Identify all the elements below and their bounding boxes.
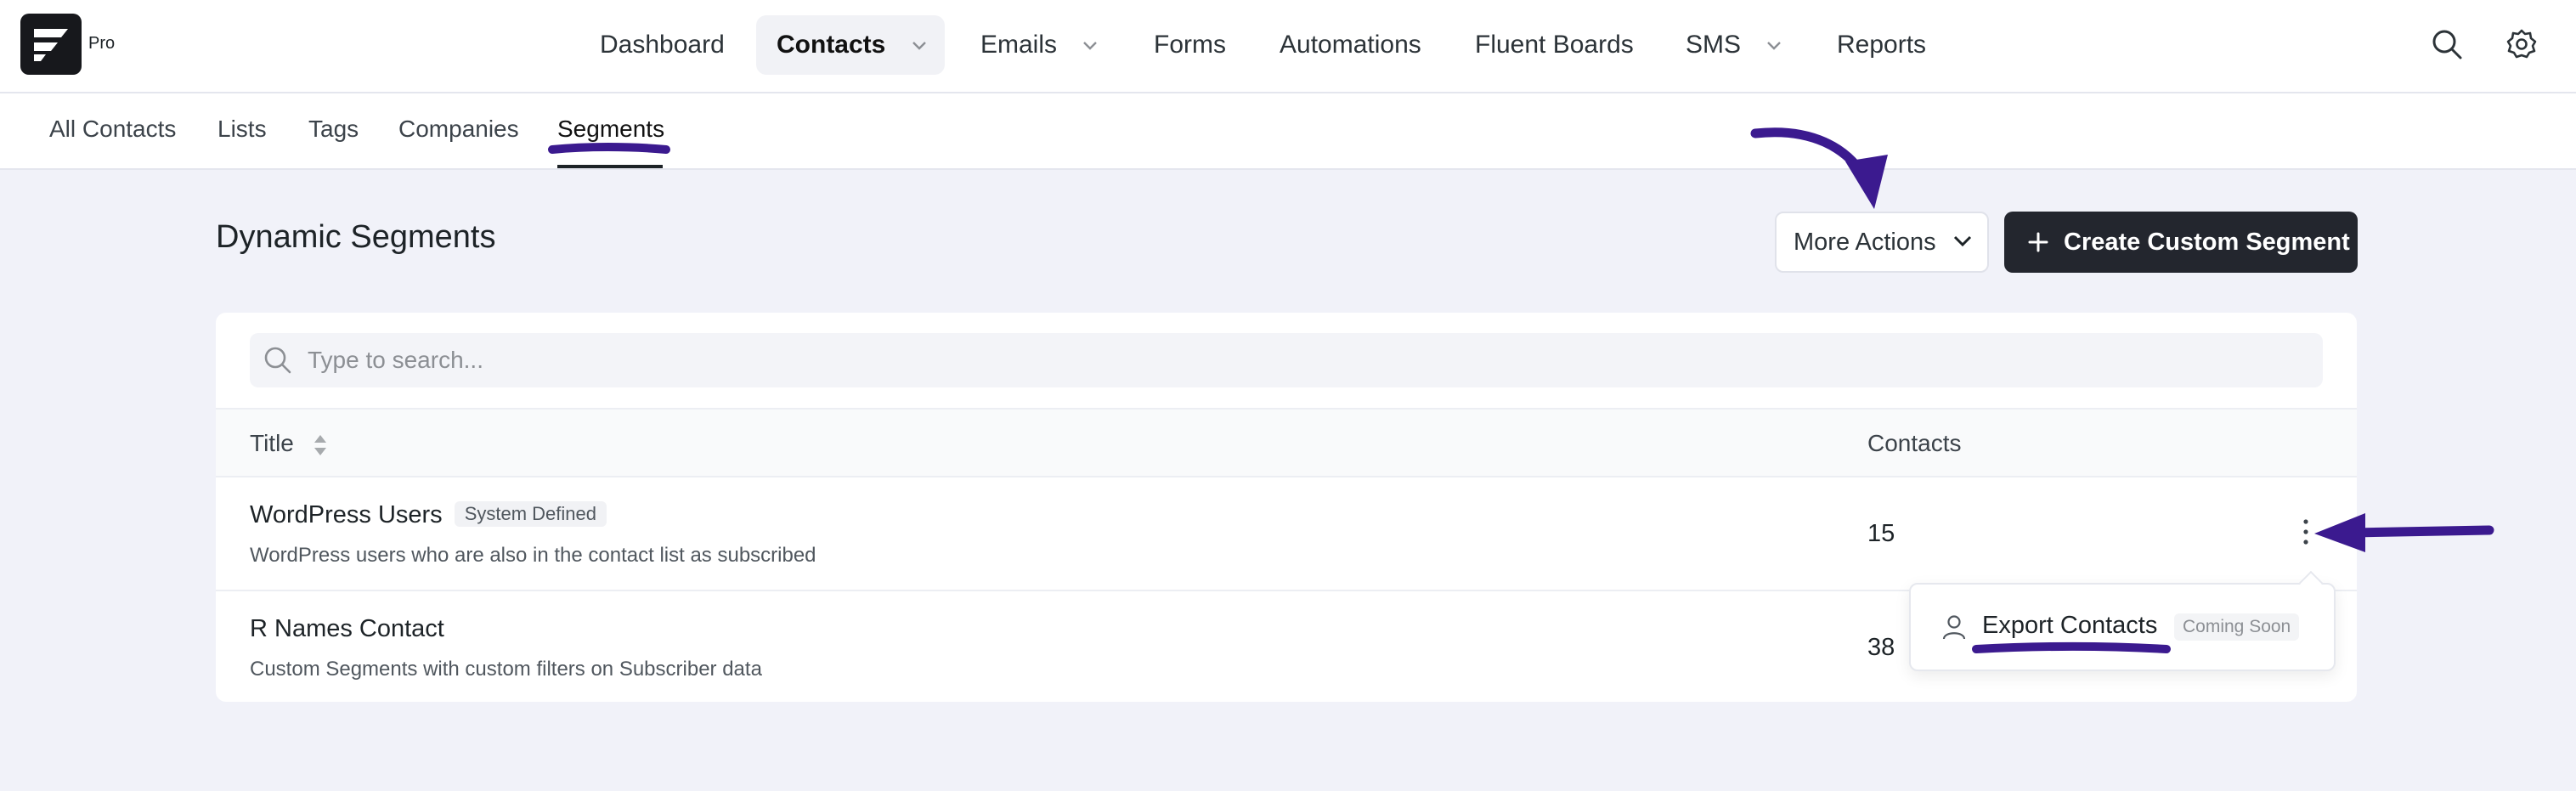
search-input[interactable] — [308, 333, 2296, 387]
chevron-down-icon — [1953, 235, 1972, 247]
nav-emails[interactable]: Emails — [960, 15, 1118, 75]
create-custom-segment-label: Create Custom Segment — [2064, 229, 2350, 256]
nav-dashboard-label: Dashboard — [600, 31, 725, 59]
plus-icon — [2028, 232, 2048, 252]
logo-mark-icon — [34, 29, 68, 61]
top-navbar: Pro Dashboard Contacts Emails Forms Auto… — [0, 0, 2576, 93]
segment-title-text: R Names Contact — [250, 615, 444, 642]
chevron-down-icon — [1767, 42, 1782, 50]
segment-contact-count: 15 — [1867, 520, 1895, 547]
user-icon — [1942, 615, 1966, 640]
subnav-all-contacts[interactable]: All Contacts — [49, 116, 176, 143]
coming-soon-badge: Coming Soon — [2174, 613, 2300, 641]
nav-emails-label: Emails — [980, 31, 1058, 59]
segment-title-text: WordPress Users — [250, 501, 443, 528]
create-custom-segment-button[interactable]: Create Custom Segment — [2004, 212, 2358, 273]
subnav-companies[interactable]: Companies — [398, 116, 519, 143]
page-title: Dynamic Segments — [216, 219, 496, 255]
nav-reports-label: Reports — [1837, 31, 1927, 59]
column-header-contacts: Contacts — [1867, 430, 1962, 457]
more-actions-button[interactable]: More Actions — [1775, 212, 1989, 273]
segment-description: Custom Segments with custom filters on S… — [250, 658, 762, 681]
more-vertical-icon — [2303, 519, 2308, 545]
row-actions-button[interactable] — [2296, 515, 2316, 549]
segment-description: WordPress users who are also in the cont… — [250, 544, 816, 567]
column-contacts-label: Contacts — [1867, 430, 1962, 456]
more-actions-label: More Actions — [1794, 229, 1936, 256]
column-header-title[interactable]: Title — [250, 430, 328, 457]
pro-badge: Pro — [88, 34, 116, 53]
subnav-tags[interactable]: Tags — [308, 116, 359, 143]
search-button[interactable] — [2430, 27, 2464, 61]
search-box — [250, 333, 2323, 387]
sort-icon[interactable] — [313, 433, 328, 457]
active-tab-indicator — [557, 165, 663, 168]
search-icon — [264, 347, 291, 374]
segment-title[interactable]: R Names Contact — [250, 615, 444, 643]
nav-forms-label: Forms — [1154, 31, 1226, 59]
subnav-segments[interactable]: Segments — [557, 116, 664, 143]
segment-contact-count: 38 — [1867, 634, 1895, 661]
column-title-label: Title — [250, 430, 294, 456]
nav-dashboard[interactable]: Dashboard — [579, 15, 745, 75]
nav-contacts-label: Contacts — [777, 31, 886, 59]
subnav-lists[interactable]: Lists — [217, 116, 267, 143]
nav-sms[interactable]: SMS — [1665, 15, 1802, 75]
row-actions-dropdown: Export Contacts Coming Soon — [1909, 583, 2336, 671]
system-defined-badge: System Defined — [454, 501, 607, 527]
search-icon — [2432, 30, 2462, 59]
segment-title[interactable]: WordPress Users System Defined — [250, 501, 607, 529]
sub-navbar: All Contacts Lists Tags Companies Segmen… — [0, 93, 2576, 170]
nav-automations[interactable]: Automations — [1259, 15, 1442, 75]
nav-fluent-boards[interactable]: Fluent Boards — [1455, 15, 1654, 75]
nav-fluent-boards-label: Fluent Boards — [1475, 31, 1634, 59]
nav-reports[interactable]: Reports — [1816, 15, 1946, 75]
nav-contacts[interactable]: Contacts — [756, 15, 945, 75]
table-header: Title Contacts — [216, 408, 2357, 477]
table-row[interactable]: WordPress Users System Defined WordPress … — [216, 477, 2357, 591]
chevron-down-icon — [1083, 42, 1098, 50]
nav-automations-label: Automations — [1280, 31, 1421, 59]
nav-forms[interactable]: Forms — [1133, 15, 1246, 75]
nav-sms-label: SMS — [1686, 31, 1742, 59]
gear-icon — [2506, 29, 2537, 59]
chevron-down-icon — [912, 42, 926, 50]
fluentcrm-logo[interactable] — [20, 14, 82, 75]
export-contacts-label: Export Contacts — [1982, 612, 2158, 639]
settings-button[interactable] — [2505, 27, 2539, 61]
